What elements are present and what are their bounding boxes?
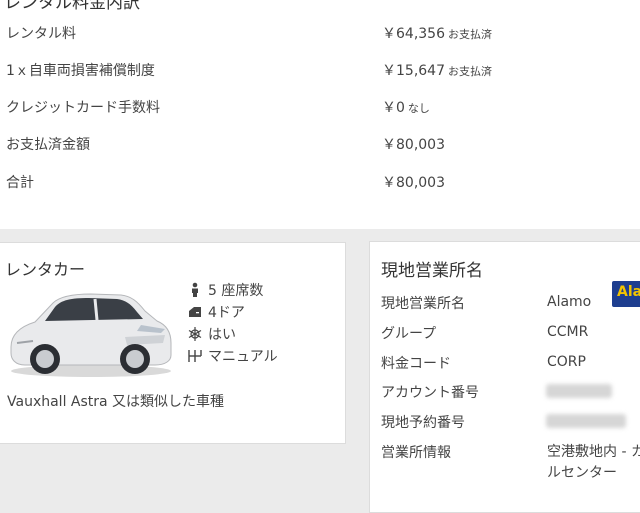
car-image	[10, 293, 172, 377]
car-model-name: Vauxhall Astra 又は類似した車種	[7, 394, 225, 410]
door-icon	[189, 307, 201, 317]
station-value: CORP	[547, 354, 586, 370]
station-value: Alamo	[547, 294, 592, 310]
breakdown-row-card-fee: クレジットカード手数料 ￥0 なし	[0, 97, 640, 121]
breakdown-row-rental: レンタル料 ￥64,356 お支払済	[0, 23, 640, 47]
redacted-reservation-number	[546, 414, 626, 428]
breakdown-value: ￥0 なし	[382, 100, 430, 116]
snowflake-icon	[188, 327, 202, 341]
station-label: 現地営業所名	[381, 296, 465, 312]
gearshift-icon	[188, 350, 202, 362]
breakdown-value: ￥15,647 お支払済	[382, 63, 492, 79]
station-label: アカウント番号	[381, 385, 479, 401]
breakdown-value: ￥64,356 お支払済	[382, 26, 492, 42]
breakdown-value: ￥80,003	[382, 175, 445, 191]
feature-doors: 4ドア	[187, 302, 245, 322]
station-label: 現地予約番号	[381, 415, 465, 431]
rental-breakdown-section: レンタル料金内訳 レンタル料 ￥64,356 お支払済 1ｘ自車両損害補償制度 ￥…	[0, 0, 640, 229]
redacted-account-number	[546, 384, 612, 398]
station-card-title: 現地営業所名	[381, 261, 483, 281]
station-label: 料金コード	[381, 356, 451, 372]
breakdown-label: 合計	[6, 175, 34, 191]
breakdown-row-damage-waiver: 1ｘ自車両損害補償制度 ￥15,647 お支払済	[0, 60, 640, 84]
station-label: グループ	[381, 326, 437, 342]
station-value: CCMR	[547, 324, 589, 340]
rental-car-card: レンタカー 5 座席数 4ドア はい マニュアル Vauxhall Astra …	[0, 242, 346, 444]
breakdown-title: レンタル料金内訳	[4, 0, 140, 13]
station-label: 営業所情報	[381, 445, 451, 461]
car-card-title: レンタカー	[5, 260, 86, 279]
person-icon	[192, 282, 198, 297]
breakdown-row-total: 合計 ￥80,003	[0, 172, 640, 196]
breakdown-label: お支払済金額	[6, 137, 90, 153]
feature-seats: 5 座席数	[187, 280, 263, 300]
breakdown-label: レンタル料	[6, 26, 76, 42]
alamo-logo: Ala	[612, 281, 640, 307]
breakdown-label: クレジットカード手数料	[6, 100, 160, 116]
feature-transmission: マニュアル	[187, 346, 278, 366]
breakdown-value: ￥80,003	[382, 137, 445, 153]
rental-station-card: 現地営業所名 現地営業所名 Alamo グループ CCMR 料金コード CORP…	[369, 241, 640, 513]
breakdown-label: 1ｘ自車両損害補償制度	[6, 63, 155, 79]
breakdown-row-paid: お支払済金額 ￥80,003	[0, 134, 640, 158]
station-info-value: 空港敷地内 - カ ルセンター	[547, 444, 640, 481]
feature-aircon: はい	[187, 324, 236, 344]
